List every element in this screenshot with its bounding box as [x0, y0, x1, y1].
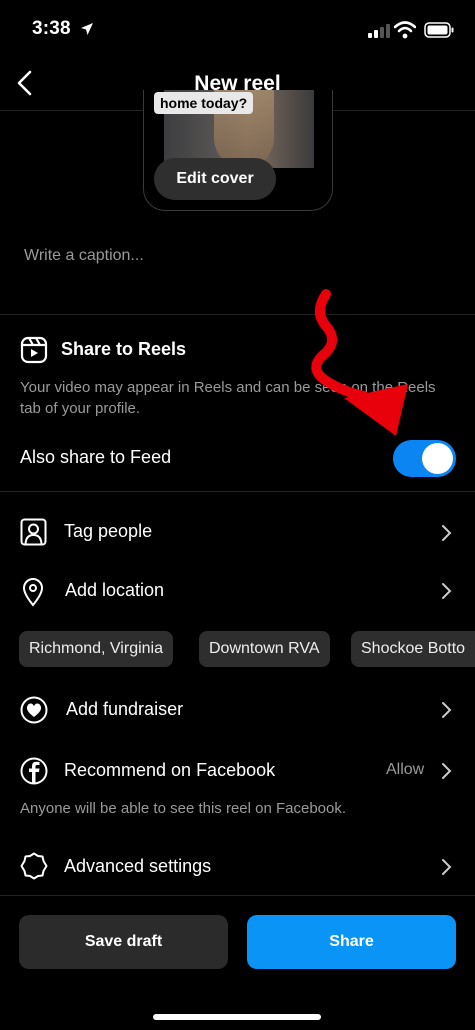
gear-icon [20, 852, 48, 880]
facebook-note: Anyone will be able to see this reel on … [20, 800, 347, 817]
section-divider [0, 491, 475, 492]
location-pin-icon [22, 578, 44, 607]
location-chip[interactable]: Richmond, Virginia [19, 631, 173, 667]
location-chip[interactable]: Downtown RVA [199, 631, 330, 667]
recommend-on-facebook-row[interactable]: Recommend on Facebook [64, 760, 275, 781]
red-arrow-annotation-icon [311, 289, 408, 436]
toggle-knob [422, 443, 453, 474]
also-share-to-feed-toggle[interactable] [393, 440, 456, 477]
also-share-to-feed-label: Also share to Feed [20, 447, 172, 467]
chevron-right-icon [442, 859, 452, 875]
tag-people-row[interactable]: Tag people [64, 521, 152, 542]
share-to-reels-title: Share to Reels [61, 339, 187, 359]
fundraiser-heart-icon [20, 696, 48, 724]
home-indicator[interactable] [153, 1014, 321, 1020]
save-draft-button[interactable]: Save draft [19, 915, 228, 969]
chevron-right-icon [442, 702, 452, 718]
wifi-icon [394, 21, 416, 39]
facebook-icon [20, 757, 48, 785]
chevron-right-icon [442, 763, 452, 779]
cover-overlay-text: home today? [154, 92, 254, 114]
tag-people-icon [20, 518, 47, 546]
share-button[interactable]: Share [247, 915, 456, 969]
reel-cover-preview: home today? Edit cover [143, 90, 333, 211]
chevron-right-icon [442, 583, 452, 599]
footer-divider [0, 895, 475, 896]
status-time: 3:38 [32, 18, 71, 39]
cellular-signal-icon [368, 24, 390, 38]
location-chip[interactable]: Shockoe Botto [351, 631, 475, 667]
reels-icon [20, 336, 48, 364]
edit-cover-button[interactable]: Edit cover [154, 158, 276, 200]
add-fundraiser-row[interactable]: Add fundraiser [66, 699, 183, 720]
chevron-right-icon [442, 525, 452, 541]
battery-icon [424, 22, 454, 38]
location-arrow-icon [81, 23, 93, 35]
caption-input[interactable]: Write a caption... [24, 247, 144, 265]
recommend-facebook-value: Allow [386, 761, 425, 778]
add-location-row[interactable]: Add location [65, 580, 164, 601]
advanced-settings-row[interactable]: Advanced settings [64, 856, 211, 877]
